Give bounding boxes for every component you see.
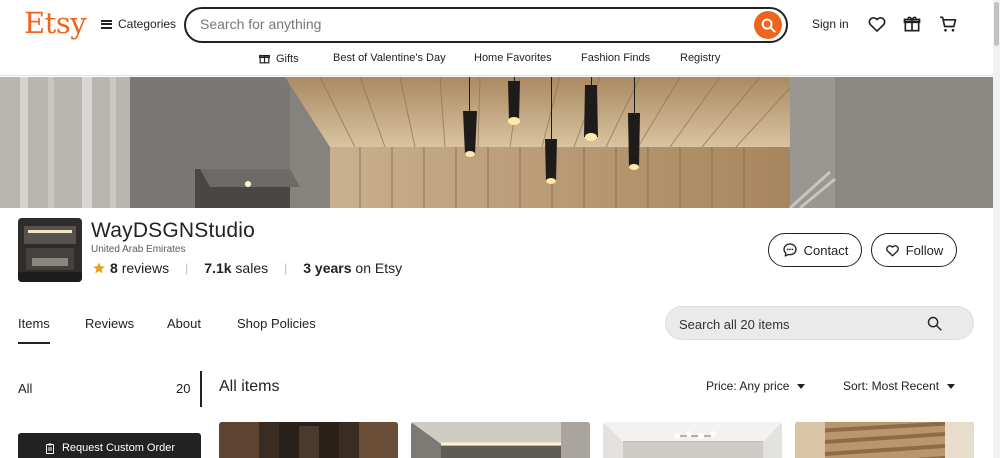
sales-count: 7.1k <box>204 260 232 276</box>
price-filter-dropdown[interactable]: Price: Any price <box>706 379 806 393</box>
site-header: Etsy Categories Sign in <box>0 0 1000 76</box>
tab-items[interactable]: Items <box>18 316 50 331</box>
contact-label: Contact <box>803 242 849 258</box>
search-icon <box>761 18 776 33</box>
clipboard-icon <box>45 443 54 454</box>
subnav-item-valentines[interactable]: Best of Valentine's Day <box>333 52 446 64</box>
sales-stat: 7.1k sales <box>204 260 268 276</box>
shop-name: WayDSGNStudio <box>91 219 256 242</box>
listing-thumbnail[interactable] <box>219 422 398 458</box>
shop-avatar[interactable] <box>18 218 82 282</box>
contact-button[interactable]: Contact <box>768 233 862 267</box>
subnav-item-home-favorites[interactable]: Home Favorites <box>474 52 552 64</box>
follow-label: Follow <box>905 242 944 258</box>
hamburger-icon <box>101 19 112 29</box>
caret-down-icon <box>797 383 806 389</box>
gift-icon[interactable] <box>902 14 922 34</box>
tab-shop-policies[interactable]: Shop Policies <box>237 316 316 331</box>
listing-image <box>219 422 398 458</box>
request-custom-order-label: Request Custom Order <box>61 442 176 454</box>
cart-icon[interactable] <box>938 14 958 34</box>
shop-location: United Arab Emirates <box>91 244 186 255</box>
section-title: All items <box>219 378 280 395</box>
categories-button[interactable]: Categories <box>101 17 176 31</box>
page-scrollbar[interactable] <box>993 0 1000 458</box>
sort-label: Sort: Most Recent <box>843 379 940 393</box>
stat-divider: | <box>284 261 288 275</box>
years-stat: 3 years on Etsy <box>303 260 402 276</box>
banner-interior-illustration <box>0 77 993 208</box>
subnav-item-fashion-finds[interactable]: Fashion Finds <box>581 52 650 64</box>
tab-about[interactable]: About <box>167 316 201 331</box>
listing-image <box>411 422 590 458</box>
subnav-item-registry[interactable]: Registry <box>680 52 720 64</box>
subnav-item-label: Gifts <box>276 52 299 65</box>
reviews-label: reviews <box>121 260 170 276</box>
categories-label: Categories <box>118 17 177 31</box>
reviews-count: 8 <box>110 260 118 276</box>
gift-icon <box>259 54 270 64</box>
chat-bubble-icon <box>782 243 797 257</box>
sidebar-active-indicator <box>200 371 202 407</box>
years-count: 3 years <box>303 260 352 276</box>
years-label: on Etsy <box>355 260 403 276</box>
request-custom-order-button[interactable]: Request Custom Order <box>18 433 201 458</box>
stat-divider: | <box>185 261 189 275</box>
shop-banner-image <box>0 77 993 208</box>
heart-icon <box>885 244 899 256</box>
sort-dropdown[interactable]: Sort: Most Recent <box>843 379 956 393</box>
shop-avatar-image <box>18 218 82 282</box>
star-icon <box>93 262 105 274</box>
tab-reviews[interactable]: Reviews <box>85 316 134 331</box>
site-search-bar <box>184 7 788 43</box>
search-submit-button[interactable] <box>754 11 782 39</box>
shop-items-search-placeholder: Search all 20 items <box>679 317 790 332</box>
sidebar-item-all-count: 20 <box>176 381 191 396</box>
follow-button[interactable]: Follow <box>871 233 957 267</box>
etsy-logo[interactable]: Etsy <box>24 6 87 40</box>
sales-label: sales <box>235 260 269 276</box>
sub-navigation: Gifts Best of Valentine's Day Home Favor… <box>0 50 1000 68</box>
listing-thumbnail[interactable] <box>795 422 974 458</box>
sidebar-item-all[interactable]: All <box>18 381 32 396</box>
site-search-input[interactable] <box>200 16 740 32</box>
subnav-item-gifts[interactable]: Gifts <box>258 52 299 65</box>
listing-thumbnail[interactable] <box>603 422 782 458</box>
listing-image <box>795 422 974 458</box>
reviews-link[interactable]: 8 reviews <box>110 260 169 276</box>
listing-image <box>603 422 782 458</box>
caret-down-icon <box>947 383 956 389</box>
scrollbar-thumb[interactable] <box>994 2 999 46</box>
sign-in-link[interactable]: Sign in <box>812 17 849 31</box>
active-tab-indicator <box>18 342 50 344</box>
heart-icon[interactable] <box>867 14 887 34</box>
listing-thumbnail[interactable] <box>411 422 590 458</box>
shop-stats: 8 reviews | 7.1k sales | 3 years on Etsy <box>92 260 402 276</box>
search-icon[interactable] <box>926 315 943 332</box>
shop-items-search[interactable]: Search all 20 items <box>665 306 974 340</box>
price-filter-label: Price: Any price <box>706 379 790 393</box>
